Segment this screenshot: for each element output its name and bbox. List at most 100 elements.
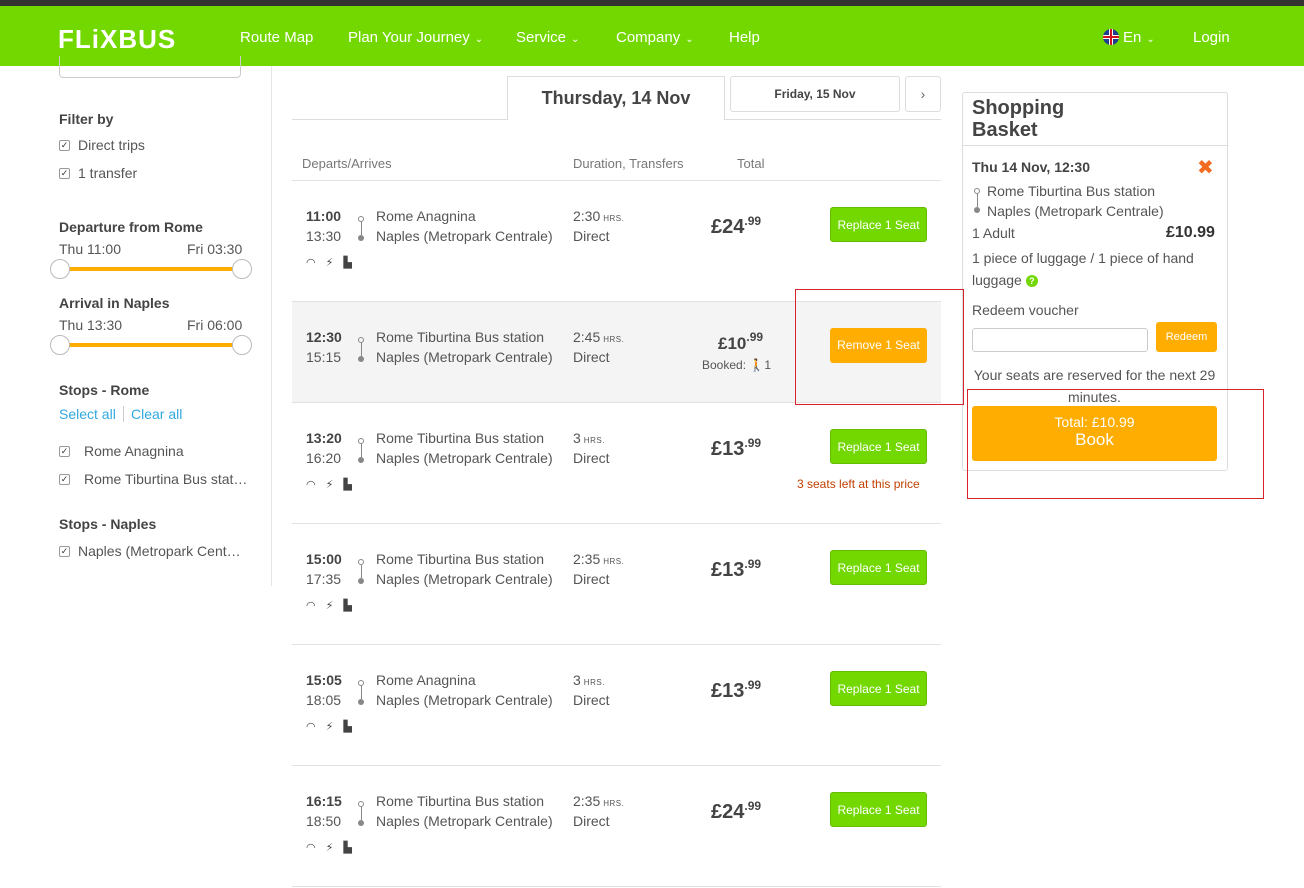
ride-from: Rome Tiburtina Bus station <box>376 793 545 809</box>
stop-label: Rome Anagnina <box>84 443 184 459</box>
nav-label: Route Map <box>240 29 314 46</box>
wifi-icon: ◠ <box>306 842 326 854</box>
duration-value: 2:45 <box>573 329 601 345</box>
stop-rome-anagnina[interactable]: ✓ Rome Anagnina <box>59 443 184 459</box>
ride-to: Naples (Metropark Centrale) <box>376 450 553 466</box>
seats-left-note: 3 seats left at this price <box>797 477 920 491</box>
checkbox-checked[interactable]: ✓ <box>59 167 70 179</box>
ride-transfers: Direct <box>573 228 610 244</box>
booked-indicator: Booked: 🚶1 <box>702 358 771 372</box>
price-cents: .99 <box>746 330 764 344</box>
help-icon[interactable]: ? <box>1025 275 1038 287</box>
ride-price: £13.99 <box>711 557 761 582</box>
ride-departure-time: 15:05 <box>306 672 342 688</box>
price-main: £24 <box>711 801 745 823</box>
highlight-box-remove-seat <box>795 289 964 405</box>
ride-from: Rome Anagnina <box>376 208 476 224</box>
language-label: En <box>1123 29 1142 46</box>
arrival-title: Arrival in Naples <box>59 295 170 311</box>
flixbus-logo[interactable]: FLiXBUS <box>58 24 176 55</box>
hrs-unit: HRS. <box>603 557 625 566</box>
departure-slider-max-handle[interactable] <box>232 259 252 279</box>
voucher-label: Redeem voucher <box>972 302 1079 318</box>
stop-naples-metropark[interactable]: ✓ Naples (Metropark Cent… <box>59 543 241 559</box>
duration-value: 2:35 <box>573 793 601 809</box>
nav-plan-journey[interactable]: Plan Your Journey ⌄ <box>348 29 483 46</box>
checkbox-checked[interactable]: ✓ <box>59 473 70 485</box>
ride-duration: 2:35 HRS. <box>573 551 624 567</box>
clear-all-link[interactable]: Clear all <box>131 406 182 422</box>
route-line-icon <box>974 188 980 213</box>
nav-help[interactable]: Help <box>729 29 760 46</box>
route-line-icon <box>358 216 364 241</box>
amenities: ◠⚡▙ <box>306 841 362 854</box>
ride-arrival-time: 16:20 <box>306 450 342 466</box>
basket-from: Rome Tiburtina Bus station <box>987 183 1156 199</box>
arrival-slider-max-handle[interactable] <box>232 335 252 355</box>
toilet-icon: ▙ <box>343 600 362 612</box>
checkbox-checked[interactable]: ✓ <box>59 445 70 457</box>
next-date-arrow[interactable]: › <box>905 76 941 112</box>
nav-company[interactable]: Company ⌄ <box>616 29 694 46</box>
nav-route-map[interactable]: Route Map <box>240 29 313 46</box>
ride-duration: 3 HRS. <box>573 672 605 688</box>
ride-from: Rome Tiburtina Bus station <box>376 551 545 567</box>
tab-friday-15-nov[interactable]: Friday, 15 Nov <box>730 76 900 112</box>
language-selector[interactable]: En ⌄ <box>1103 29 1155 46</box>
redeem-button[interactable]: Redeem <box>1156 322 1217 352</box>
replace-seat-button[interactable]: Replace 1 Seat <box>830 671 927 706</box>
hrs-unit: HRS. <box>603 799 625 808</box>
replace-seat-button[interactable]: Replace 1 Seat <box>830 207 927 242</box>
chevron-down-icon: ⌄ <box>1146 34 1155 45</box>
checkbox-checked[interactable]: ✓ <box>59 139 70 151</box>
basket-title: Shopping Basket <box>972 97 1065 141</box>
replace-seat-button[interactable]: Replace 1 Seat <box>830 429 927 464</box>
ride-to: Naples (Metropark Centrale) <box>376 228 553 244</box>
wifi-icon: ◠ <box>306 600 326 612</box>
departure-slider-min-handle[interactable] <box>50 259 70 279</box>
checkbox-checked[interactable]: ✓ <box>59 545 70 557</box>
departure-max: Fri 03:30 <box>187 241 243 257</box>
row-divider <box>292 523 941 524</box>
replace-seat-button[interactable]: Replace 1 Seat <box>830 550 927 585</box>
remove-trip-icon[interactable]: ✖ <box>1197 155 1214 180</box>
replace-seat-button[interactable]: Replace 1 Seat <box>830 792 927 827</box>
duration-value: 3 <box>573 430 581 446</box>
route-line-icon <box>358 438 364 463</box>
voucher-input[interactable] <box>972 328 1148 352</box>
nav-label: Service <box>516 29 567 46</box>
arrival-max: Fri 06:00 <box>187 317 243 333</box>
price-cents: .99 <box>744 214 762 228</box>
ride-from: Rome Anagnina <box>376 672 476 688</box>
power-plug-icon: ⚡ <box>325 479 344 491</box>
filter-direct-trips[interactable]: ✓ Direct trips <box>59 137 145 153</box>
basket-divider <box>963 145 1227 146</box>
hrs-unit: HRS. <box>583 678 605 687</box>
stops-naples-title: Stops - Naples <box>59 516 157 532</box>
stop-rome-tiburtina[interactable]: ✓ Rome Tiburtina Bus stat… <box>59 471 247 487</box>
arrival-slider-min-handle[interactable] <box>50 335 70 355</box>
arrival-slider-track[interactable] <box>60 343 242 347</box>
filter-title: Filter by <box>59 111 114 127</box>
power-plug-icon: ⚡ <box>325 842 344 854</box>
nav-label: Plan Your Journey <box>348 29 470 46</box>
ride-arrival-time: 17:35 <box>306 571 342 587</box>
ride-price: £10.99 <box>718 330 763 354</box>
departure-slider-track[interactable] <box>60 267 242 271</box>
select-all-link[interactable]: Select all <box>59 406 116 422</box>
nav-service[interactable]: Service ⌄ <box>516 29 579 46</box>
arrival-min: Thu 13:30 <box>59 317 123 333</box>
ride-duration: 2:30 HRS. <box>573 208 624 224</box>
amenities: ◠⚡▙ <box>306 256 362 269</box>
wifi-icon: ◠ <box>306 257 326 269</box>
search-field-partial[interactable] <box>59 56 241 78</box>
nav-label: Help <box>729 29 760 46</box>
login-link[interactable]: Login <box>1193 29 1230 46</box>
tab-thursday-14-nov[interactable]: Thursday, 14 Nov <box>507 76 725 120</box>
stop-label: Rome Tiburtina Bus stat… <box>84 471 248 487</box>
filter-one-transfer[interactable]: ✓ 1 transfer <box>59 165 137 181</box>
ride-price: £13.99 <box>711 436 761 461</box>
ride-duration: 2:35 HRS. <box>573 793 624 809</box>
col-duration: Duration, Transfers <box>573 156 684 171</box>
col-departs-arrives: Departs/Arrives <box>302 156 392 171</box>
